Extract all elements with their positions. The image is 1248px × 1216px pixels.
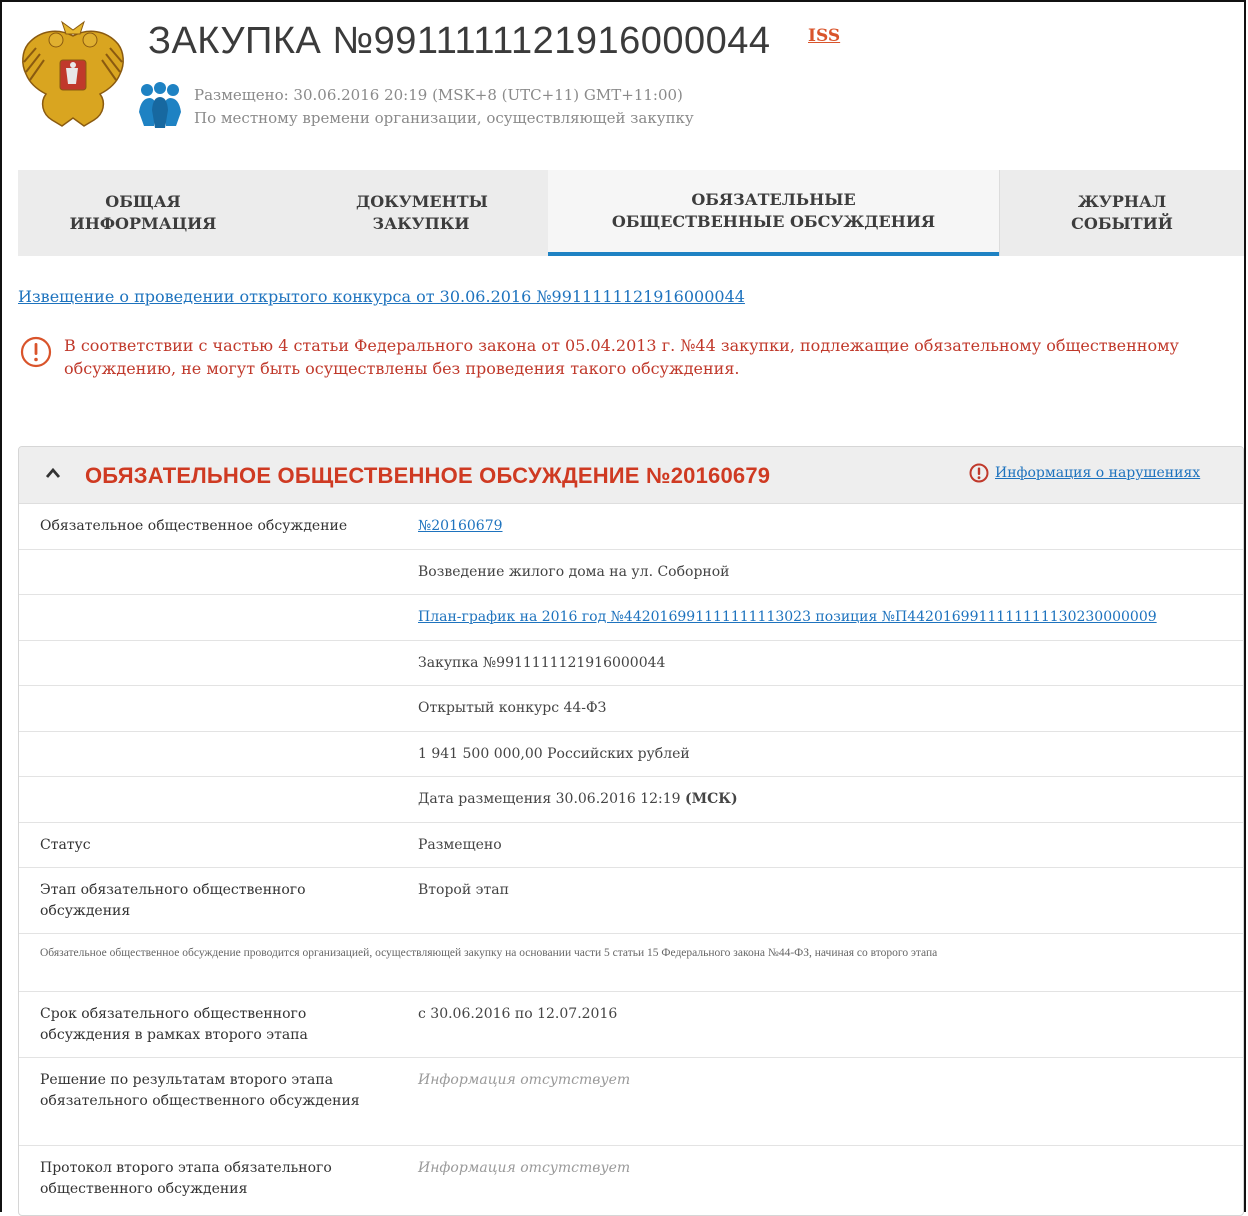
table-row: Возведение жилого дома на ул. Соборной: [19, 550, 1243, 595]
plan-schedule-link[interactable]: План-график на 2016 год №442016991111111…: [418, 609, 1157, 625]
table-row: Срок обязательного общественного обсужде…: [19, 992, 1243, 1058]
notice-link[interactable]: Извещение о проведении открытого конкурс…: [18, 287, 745, 306]
table-row: Решение по результатам второго этапа обя…: [19, 1058, 1243, 1146]
row-value: с 30.06.2016 по 12.07.2016: [418, 1006, 618, 1022]
tab-documents[interactable]: ДОКУМЕНТЫ ЗАКУПКИ: [296, 170, 548, 256]
panel-title: ОБЯЗАТЕЛЬНОЕ ОБЩЕСТВЕННОЕ ОБСУЖДЕНИЕ №20…: [85, 463, 771, 488]
tab-general-info[interactable]: ОБЩАЯ ИНФОРМАЦИЯ: [18, 170, 296, 256]
coat-of-arms-icon: [22, 20, 124, 127]
row-label: Решение по результатам второго этапа обя…: [40, 1072, 360, 1109]
discussion-number-link[interactable]: №20160679: [418, 518, 503, 534]
violations-link[interactable]: Информация о нарушениях: [995, 465, 1200, 481]
tab-bar: ОБЩАЯ ИНФОРМАЦИЯ ДОКУМЕНТЫ ЗАКУПКИ ОБЯЗА…: [18, 170, 1244, 256]
chevron-up-icon[interactable]: [45, 467, 61, 479]
table-row: Статус Размещено: [19, 823, 1243, 868]
row-label: Срок обязательного общественного обсужде…: [40, 1006, 308, 1043]
row-label: Этап обязательного общественного обсужде…: [40, 882, 306, 919]
posted-datetime: Размещено: 30.06.2016 20:19 (MSK+8 (UTC+…: [194, 86, 683, 104]
row-value: Размещено: [418, 837, 502, 853]
table-row-note: Обязательное общественное обсуждение про…: [19, 934, 1243, 992]
warning-icon: [20, 336, 52, 368]
table-row: Обязательное общественное обсуждение №20…: [19, 504, 1243, 550]
row-value: Дата размещения 30.06.2016 12:19 (МСК): [418, 789, 1218, 810]
stage-note: Обязательное общественное обсуждение про…: [40, 947, 938, 959]
row-value: 1 941 500 000,00 Российских рублей: [418, 746, 690, 762]
timezone-suffix: (МСК): [685, 791, 738, 807]
tab-public-discussions[interactable]: ОБЯЗАТЕЛЬНЫЕ ОБЩЕСТВЕННЫЕ ОБСУЖДЕНИЯ: [548, 170, 999, 256]
row-value: План-график на 2016 год №442016991111111…: [418, 607, 1218, 628]
table-row: Этап обязательного общественного обсужде…: [19, 868, 1243, 934]
row-value: Закупка №9911111121916000044: [418, 655, 666, 671]
row-value: Информация отсутствует: [418, 1160, 631, 1176]
details-table: Обязательное общественное обсуждение №20…: [19, 504, 1243, 1215]
table-row: 1 941 500 000,00 Российских рублей: [19, 732, 1243, 777]
row-value: Открытый конкурс 44-ФЗ: [418, 700, 607, 716]
row-value: Возведение жилого дома на ул. Соборной: [418, 564, 730, 580]
page-title: ЗАКУПКА №9911111121916000044: [148, 20, 771, 62]
table-row: Открытый конкурс 44-ФЗ: [19, 686, 1243, 732]
panel-header[interactable]: ОБЯЗАТЕЛЬНОЕ ОБЩЕСТВЕННОЕ ОБСУЖДЕНИЕ №20…: [19, 447, 1243, 504]
table-row: Закупка №9911111121916000044: [19, 641, 1243, 686]
iss-link[interactable]: ISS: [808, 26, 840, 46]
tab-event-log[interactable]: ЖУРНАЛ СОБЫТИЙ: [999, 170, 1244, 256]
row-label: Обязательное общественное обсуждение: [40, 518, 348, 534]
row-value: Второй этап: [418, 882, 509, 898]
page-header: ЗАКУПКА №9911111121916000044 ISS Размеще…: [18, 18, 1238, 158]
timezone-note: По местному времени организации, осущест…: [194, 109, 694, 127]
row-label: Статус: [40, 837, 91, 853]
alert-icon: [969, 463, 989, 483]
people-icon: [139, 82, 181, 128]
table-row: План-график на 2016 год №442016991111111…: [19, 595, 1243, 641]
table-row: Протокол второго этапа обязательного общ…: [19, 1146, 1243, 1215]
row-value: Информация отсутствует: [418, 1072, 631, 1088]
warning-text: В соответствии с частью 4 статьи Федерал…: [64, 336, 1179, 378]
row-label: Протокол второго этапа обязательного общ…: [40, 1160, 332, 1197]
table-row: Дата размещения 30.06.2016 12:19 (МСК): [19, 777, 1243, 823]
posting-date: Дата размещения 30.06.2016 12:19: [418, 791, 681, 807]
discussion-panel: ОБЯЗАТЕЛЬНОЕ ОБЩЕСТВЕННОЕ ОБСУЖДЕНИЕ №20…: [18, 446, 1244, 1216]
row-value: №20160679: [418, 516, 1218, 537]
